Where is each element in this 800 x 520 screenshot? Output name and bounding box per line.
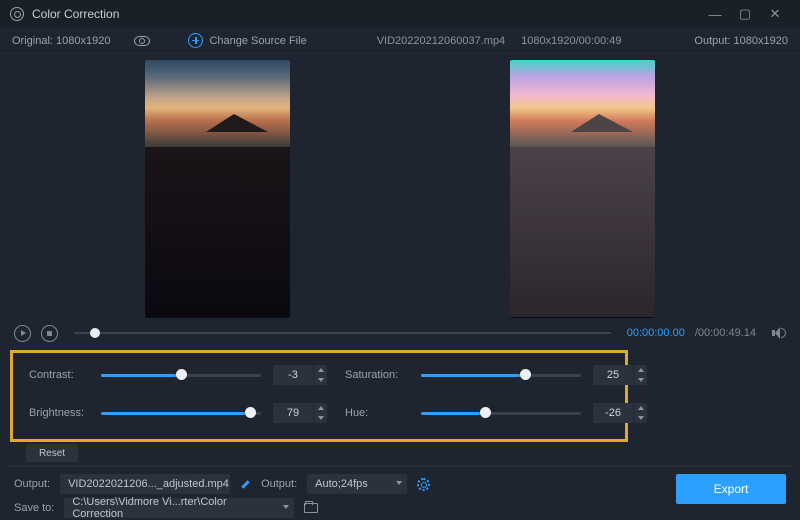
- titlebar: Color Correction — ▢ ✕: [0, 0, 800, 28]
- saturation-value: 25: [593, 369, 633, 381]
- change-source-button[interactable]: Change Source File: [188, 33, 306, 48]
- divider: [10, 466, 790, 467]
- brightness-value: 79: [273, 407, 313, 419]
- brightness-knob[interactable]: [245, 407, 256, 418]
- hue-input[interactable]: -26: [593, 403, 647, 423]
- contrast-slider[interactable]: [101, 374, 261, 377]
- reset-button[interactable]: Reset: [26, 444, 78, 462]
- hue-slider[interactable]: [421, 412, 581, 415]
- hue-step-up[interactable]: [634, 403, 647, 413]
- output-format: Auto;24fps: [315, 478, 368, 490]
- output-filename: VID2022021206..._adjusted.mp4: [68, 478, 229, 490]
- seek-bar[interactable]: [74, 332, 611, 334]
- brightness-input[interactable]: 79: [273, 403, 327, 423]
- original-dims-label: Original: 1080x1920: [12, 35, 110, 47]
- pencil-icon[interactable]: [240, 479, 251, 490]
- output-format-dropdown[interactable]: Auto;24fps: [307, 474, 407, 494]
- hue-step-down[interactable]: [634, 413, 647, 423]
- contrast-step-down[interactable]: [314, 375, 327, 385]
- preview-original: [145, 60, 290, 318]
- brightness-slider[interactable]: [101, 412, 261, 415]
- saturation-knob[interactable]: [520, 369, 531, 380]
- export-button[interactable]: Export: [676, 474, 786, 504]
- saturation-step-down[interactable]: [634, 375, 647, 385]
- seek-knob[interactable]: [90, 328, 100, 338]
- file-info: VID20220212060037.mp4 1080x1920/00:00:49: [377, 35, 622, 47]
- hue-knob[interactable]: [480, 407, 491, 418]
- stop-icon: [47, 331, 52, 336]
- save-path: C:\Users\Vidmore Vi...rter\Color Correct…: [72, 496, 278, 520]
- contrast-value: -3: [273, 369, 313, 381]
- info-row: Original: 1080x1920 Change Source File V…: [0, 28, 800, 54]
- time-current: 00:00:00.00: [627, 327, 685, 339]
- stop-button[interactable]: [41, 325, 58, 342]
- minimize-button[interactable]: —: [700, 7, 730, 22]
- source-dims-duration: 1080x1920/00:00:49: [521, 35, 621, 47]
- save-path-dropdown[interactable]: C:\Users\Vidmore Vi...rter\Color Correct…: [64, 498, 294, 518]
- play-icon: [21, 330, 26, 336]
- brightness-step-down[interactable]: [314, 413, 327, 423]
- source-filename: VID20220212060037.mp4: [377, 35, 505, 47]
- contrast-knob[interactable]: [176, 369, 187, 380]
- eye-icon[interactable]: [134, 36, 150, 46]
- contrast-input[interactable]: -3: [273, 365, 327, 385]
- output-row: Output: VID2022021206..._adjusted.mp4 Ou…: [14, 474, 430, 494]
- window-title: Color Correction: [32, 7, 119, 21]
- hue-value: -26: [593, 407, 633, 419]
- gear-icon[interactable]: [417, 478, 430, 491]
- contrast-step-up[interactable]: [314, 365, 327, 375]
- plus-circle-icon: [188, 33, 203, 48]
- contrast-label: Contrast:: [29, 369, 89, 381]
- save-to-label: Save to:: [14, 502, 54, 514]
- hue-label: Hue:: [339, 407, 409, 419]
- brightness-step-up[interactable]: [314, 403, 327, 413]
- time-total: /00:00:49.14: [695, 327, 756, 339]
- save-row: Save to: C:\Users\Vidmore Vi...rter\Colo…: [14, 498, 318, 518]
- maximize-button[interactable]: ▢: [730, 6, 760, 22]
- close-button[interactable]: ✕: [760, 6, 790, 22]
- saturation-slider[interactable]: [421, 374, 581, 377]
- output-label-1: Output:: [14, 478, 50, 490]
- preview-adjusted: [510, 60, 655, 318]
- output-filename-field[interactable]: VID2022021206..._adjusted.mp4: [60, 474, 230, 494]
- playback-row: 00:00:00.00/00:00:49.14: [0, 319, 800, 347]
- output-label-2: Output:: [261, 478, 297, 490]
- preview-area: [0, 54, 800, 319]
- change-source-label: Change Source File: [209, 35, 306, 47]
- volume-icon[interactable]: [772, 327, 786, 339]
- brightness-label: Brightness:: [29, 407, 89, 419]
- color-sliders-panel: Contrast: -3 Saturation: 25 Brightness: …: [10, 350, 628, 442]
- output-dims-label: Output: 1080x1920: [694, 35, 788, 47]
- app-icon: [10, 7, 24, 21]
- saturation-input[interactable]: 25: [593, 365, 647, 385]
- folder-icon[interactable]: [304, 503, 318, 513]
- play-button[interactable]: [14, 325, 31, 342]
- saturation-label: Saturation:: [339, 369, 409, 381]
- saturation-step-up[interactable]: [634, 365, 647, 375]
